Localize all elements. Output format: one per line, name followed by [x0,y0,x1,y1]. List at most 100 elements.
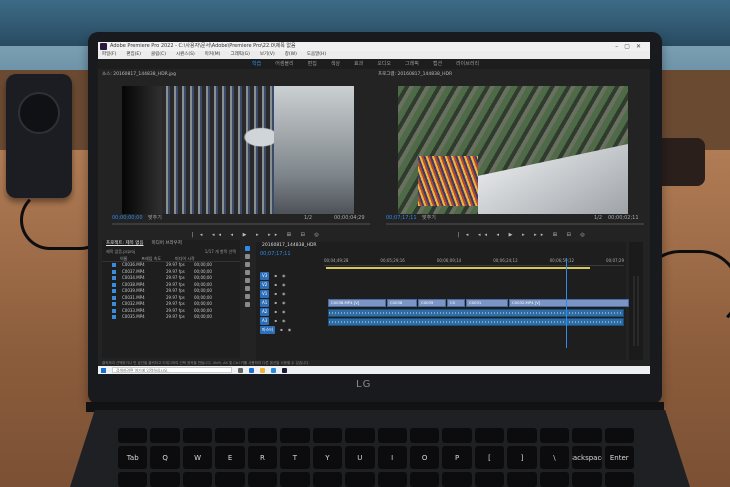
hand-tool-icon[interactable] [244,294,250,299]
windows-start-icon[interactable] [101,367,106,373]
timeline-sequence-tab[interactable]: 20160817_144838_HDR [256,242,626,250]
source-fit-dropdown[interactable]: 맞추기 [148,215,162,221]
keyboard-key[interactable] [312,472,343,487]
file-explorer-icon[interactable] [260,367,265,373]
list-item[interactable]: C0035.MP4 29.97 fps 00;00;00 [102,314,240,321]
keyboard-key[interactable] [280,428,310,443]
keyboard-key[interactable] [507,428,537,443]
taskbar-search-input[interactable]: 검색하려면 여기에 입력하십시오. [112,367,232,373]
track-label[interactable]: A2 [260,308,270,316]
keyboard-key[interactable] [604,472,634,487]
store-icon[interactable] [271,367,276,373]
track-header[interactable]: V1 ▪ ◉ [258,290,322,298]
keyboard-key[interactable] [377,428,407,443]
column-header[interactable]: 미디어 시작 [175,255,195,261]
keyboard-key[interactable] [604,428,634,443]
premiere-taskbar-icon[interactable] [282,367,287,373]
keyboard-key[interactable]: Backspace [572,446,602,469]
ripple-edit-tool-icon[interactable] [244,262,250,267]
slip-tool-icon[interactable] [244,278,250,283]
video-clip[interactable]: C0032.MP4 [V] [509,299,629,307]
video-clip[interactable]: C0038 [387,299,417,307]
keyboard-key[interactable]: R [247,446,278,469]
keyboard-key[interactable] [409,472,440,487]
keyboard-key[interactable]: O [409,446,440,469]
audio-clip[interactable] [328,309,624,317]
audio-clip[interactable] [328,318,624,326]
eye-icon[interactable]: ◉ [288,326,292,334]
workspace-tab[interactable]: 어셈블리 [275,61,293,67]
source-transport-controls[interactable]: ▏◂ ◂◂ ◂ ▶ ▸ ▸▸ ⊞ ⊟ ◎ [192,232,352,239]
keyboard-key[interactable] [539,472,570,487]
track-label[interactable]: A1 [260,299,270,307]
track-header[interactable]: 마스터 ▪ ◉ [258,326,322,334]
eye-icon[interactable]: ◉ [282,272,286,280]
keyboard-key[interactable]: I [377,446,407,469]
lock-icon[interactable]: ▪ [274,272,277,280]
eye-icon[interactable]: ◉ [282,299,286,307]
keyboard-key[interactable] [118,428,148,443]
keyboard-key[interactable] [507,472,537,487]
source-scrub-bar[interactable] [112,223,370,225]
track-header[interactable]: A3 ▪ ◉ [258,317,322,325]
lock-icon[interactable]: ▪ [274,308,277,316]
program-scrub-bar[interactable] [386,223,644,225]
edge-browser-icon[interactable] [249,367,254,373]
workspace-tab[interactable]: 효과 [354,61,363,67]
video-clip[interactable]: C0031 [466,299,508,307]
track-label[interactable]: V3 [260,272,270,280]
track-label[interactable]: A3 [260,317,270,325]
workspace-tab[interactable]: 캡션 [433,61,442,67]
source-ratio-dropdown[interactable]: 1/2 [304,215,312,221]
track-header[interactable]: V2 ▪ ◉ [258,281,322,289]
track-select-tool-icon[interactable] [244,254,250,259]
razor-tool-icon[interactable] [244,270,250,275]
track-header[interactable]: V3 ▪ ◉ [258,272,322,280]
project-tab[interactable]: 프로젝트: 제목 없음 [106,241,144,246]
keyboard-key[interactable]: \ [539,446,570,469]
menu-item[interactable]: 보기(V) [260,52,275,57]
timeline-ruler[interactable]: 00;04;49;28 00;05;29;16 00;06;09;14 00;06;2… [324,258,624,266]
eye-icon[interactable]: ◉ [282,308,286,316]
lock-icon[interactable]: ▪ [274,317,277,325]
keyboard-key[interactable] [118,472,148,487]
keyboard-key[interactable] [215,472,245,487]
eye-icon[interactable]: ◉ [282,317,286,325]
workspace-tab[interactable]: 학습 [252,61,261,67]
keyboard-key[interactable]: Y [312,446,343,469]
video-clip[interactable]: C0039 [418,299,446,307]
track-label[interactable]: V2 [260,281,270,289]
menu-item[interactable]: 파일(F) [102,52,116,57]
column-header[interactable]: 프레임 속도 [141,255,161,261]
keyboard-key[interactable] [442,428,472,443]
keyboard-key[interactable] [312,428,343,443]
keyboard-key[interactable] [150,428,180,443]
program-fit-dropdown[interactable]: 맞추기 [422,215,436,221]
pen-tool-icon[interactable] [244,286,250,291]
column-header[interactable]: 이름 [120,255,127,261]
keyboard-key[interactable] [247,472,278,487]
keyboard-key[interactable] [345,428,375,443]
lock-icon[interactable]: ▪ [274,290,277,298]
keyboard-key[interactable] [280,472,310,487]
type-tool-icon[interactable] [244,302,250,307]
track-label[interactable]: V1 [260,290,270,298]
keyboard-key[interactable]: U [345,446,375,469]
menu-item[interactable]: 그래픽(G) [230,52,249,57]
keyboard-key[interactable]: [ [474,446,505,469]
keyboard-key[interactable] [572,472,602,487]
workspace-tab[interactable]: 오디오 [377,61,391,67]
track-label[interactable]: 마스터 [260,326,276,334]
keyboard-key[interactable] [442,472,472,487]
window-controls[interactable]: –▢✕ [615,42,647,51]
track-header[interactable]: A2 ▪ ◉ [258,308,322,316]
workspace-tab[interactable]: 그래픽 [405,61,419,67]
menu-item[interactable]: 클립(C) [151,52,166,57]
keyboard-key[interactable]: P [442,446,472,469]
video-clip[interactable]: C0 [447,299,465,307]
keyboard-key[interactable] [150,472,180,487]
keyboard-key[interactable] [409,428,440,443]
keyboard-key[interactable]: E [215,446,245,469]
keyboard-key[interactable] [182,472,213,487]
eye-icon[interactable]: ◉ [282,290,286,298]
